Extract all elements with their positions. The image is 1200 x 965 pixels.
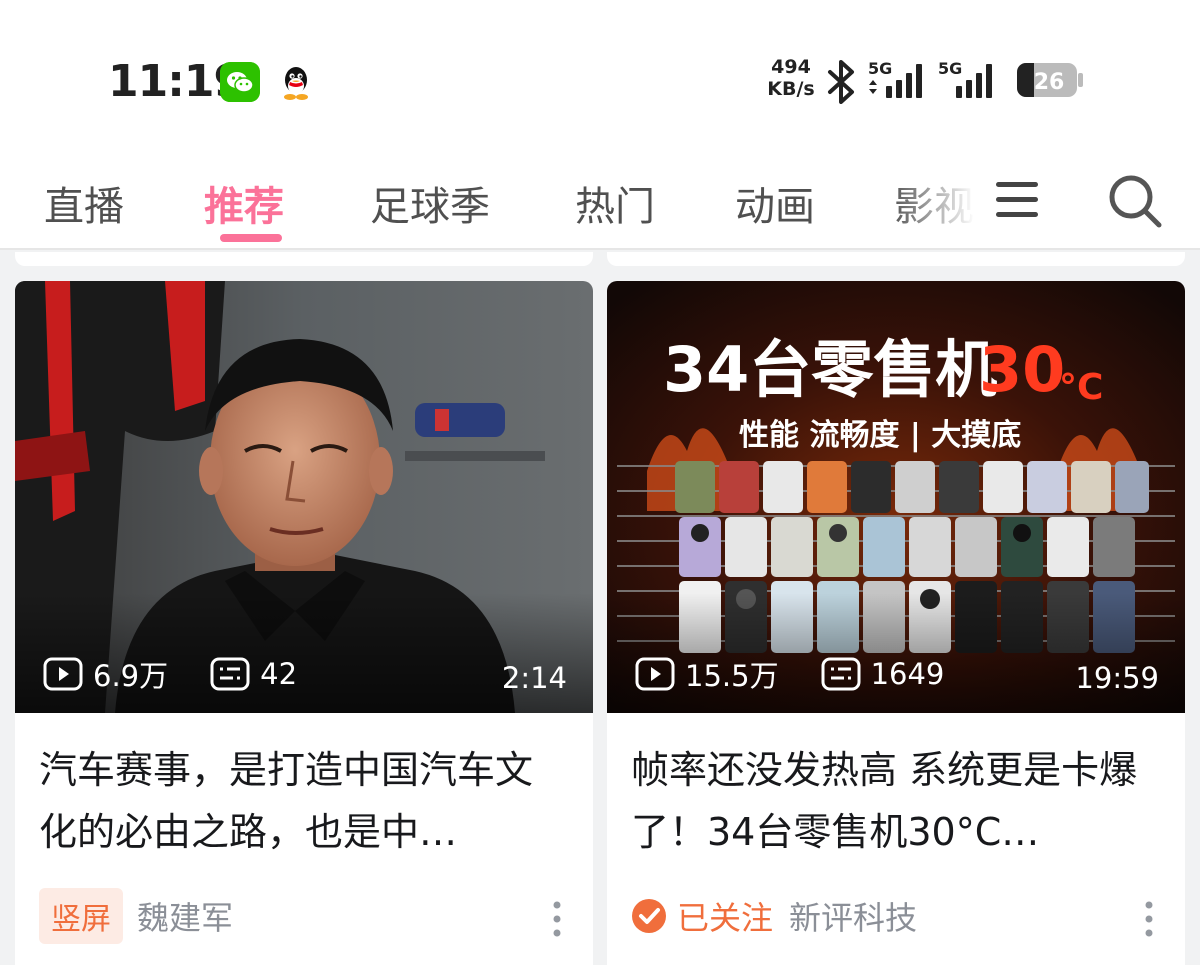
video-title[interactable]: 帧率还没发热高 系统更是卡爆了！34台零售机30°C… — [631, 739, 1161, 863]
more-options-icon[interactable] — [1139, 899, 1159, 939]
followed-check-icon — [632, 899, 666, 933]
video-meta: 竖屏 魏建军 — [39, 888, 233, 944]
poster-title: 34台零售机 30 °C — [663, 333, 1103, 408]
wechat-icon — [220, 62, 260, 102]
play-icon — [43, 657, 83, 691]
tab-hot[interactable]: 热门 — [575, 174, 655, 232]
poster-title-temp: 30 — [979, 333, 1065, 406]
video-duration: 2:14 — [501, 661, 567, 695]
danmaku-icon — [210, 657, 250, 691]
more-options-icon[interactable] — [547, 899, 567, 939]
search-icon[interactable] — [1106, 172, 1164, 230]
video-thumbnail[interactable]: 6.9万 42 2:14 — [15, 281, 593, 713]
danmaku-count-value: 42 — [260, 657, 298, 691]
poster-subtitle: 性能 流畅度 | 大摸底 — [739, 418, 1021, 453]
video-stats: 6.9万 42 — [43, 653, 339, 695]
vertical-video-badge: 竖屏 — [39, 888, 123, 944]
qq-icon — [284, 67, 308, 100]
play-count-value: 6.9万 — [93, 659, 169, 693]
danmaku-count-value: 1649 — [870, 657, 945, 691]
network-speed-unit: KB/s — [767, 78, 815, 100]
tab-recommend[interactable]: 推荐 — [204, 174, 284, 232]
video-title[interactable]: 汽车赛事，是打造中国汽车文化的必由之路，也是中… — [39, 739, 569, 863]
active-tab-indicator — [220, 234, 282, 242]
category-tab-bar: 直播 推荐 足球季 热门 动画 影视 — [0, 150, 1200, 250]
danmaku-count: 1649 — [821, 657, 945, 691]
menu-icon[interactable] — [994, 180, 1040, 220]
play-count: 15.5万 — [635, 653, 779, 695]
signal-icon: 5G — [868, 59, 922, 98]
danmaku-count: 42 — [210, 657, 297, 691]
danmaku-icon — [821, 657, 861, 691]
video-duration: 19:59 — [1075, 661, 1159, 695]
video-thumbnail[interactable]: 34台零售机 30 °C 性能 流畅度 | 大摸底 15.5万 1649 19:… — [607, 281, 1185, 713]
battery-level: 26 — [1034, 70, 1065, 95]
battery-icon: 26 — [1017, 63, 1083, 97]
signal-icon-2: 5G — [938, 59, 992, 98]
tab-overflow-fade — [890, 160, 990, 240]
previous-card-edge — [15, 252, 593, 266]
signal1-label: 5G — [868, 59, 892, 78]
video-card[interactable]: 6.9万 42 2:14 汽车赛事，是打造中国汽车文化的必由之路，也是中… 竖屏… — [15, 281, 593, 965]
network-speed: 494 KB/s — [762, 56, 820, 100]
poster-title-unit: °C — [1059, 367, 1103, 408]
poster-title-main: 34台零售机 — [663, 333, 997, 406]
previous-card-edge — [607, 252, 1185, 266]
network-speed-value: 494 — [771, 56, 811, 78]
video-card[interactable]: 34台零售机 30 °C 性能 流畅度 | 大摸底 15.5万 1649 19:… — [607, 281, 1185, 965]
play-count: 6.9万 — [43, 653, 168, 695]
tab-football-season[interactable]: 足球季 — [370, 174, 490, 232]
play-count-value: 15.5万 — [685, 659, 779, 693]
author-name[interactable]: 魏建军 — [137, 893, 233, 939]
bluetooth-icon — [828, 60, 854, 104]
status-bar: 11:19 494 KB/s 5G 5G 26 — [0, 0, 1200, 150]
play-icon — [635, 657, 675, 691]
tab-animation[interactable]: 动画 — [735, 174, 815, 232]
video-meta: 已关注 新评科技 — [631, 889, 917, 943]
author-name[interactable]: 新评科技 — [789, 893, 917, 939]
signal2-label: 5G — [938, 59, 962, 78]
video-stats: 15.5万 1649 — [635, 653, 986, 695]
tab-live[interactable]: 直播 — [44, 174, 124, 232]
follow-status: 已关注 — [677, 899, 774, 937]
